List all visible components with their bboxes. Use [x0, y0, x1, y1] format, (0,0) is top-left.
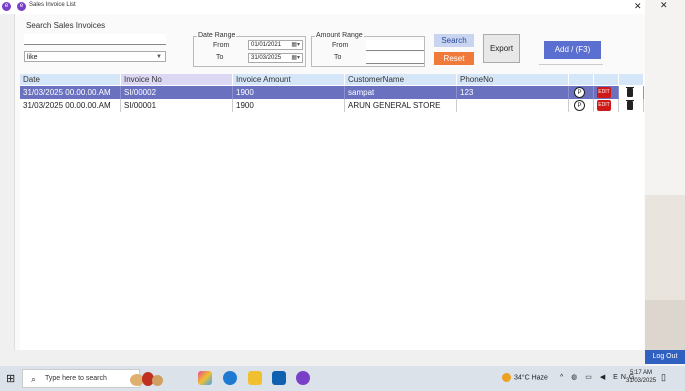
- print-icon[interactable]: P: [574, 87, 585, 98]
- cell-invoice-no: SI/00001: [121, 99, 233, 112]
- taskbar-search-placeholder: Type here to search: [45, 375, 107, 382]
- background-photo: [645, 195, 685, 300]
- table-row[interactable]: 31/03/2025 00.00.00.AM SI/00002 1900 sam…: [20, 86, 644, 99]
- cell-phone-no: [457, 99, 569, 112]
- column-header-invoice-amount[interactable]: Invoice Amount: [233, 74, 345, 85]
- cell-edit: EDIT: [594, 86, 619, 99]
- column-header-phone-no[interactable]: PhoneNo: [457, 74, 569, 85]
- search-highlight-image[interactable]: [130, 368, 164, 388]
- cell-invoice-no: SI/00002: [121, 86, 233, 99]
- cell-invoice-amount: 1900: [233, 99, 345, 112]
- window-icon: e: [17, 2, 26, 11]
- delete-icon[interactable]: [626, 87, 634, 97]
- chevron-down-icon: ▼: [156, 54, 162, 60]
- sun-icon: [502, 373, 511, 382]
- cell-delete: [619, 99, 644, 112]
- taskbar: ⊞ ⌕ Type here to search 34°C Haze ^ ◍ ▭ …: [0, 366, 685, 391]
- cell-date: 31/03/2025 00.00.00.AM: [20, 99, 121, 112]
- sales-app-taskbar-icon[interactable]: [296, 371, 310, 385]
- cell-customer-name: sampat: [345, 86, 457, 99]
- add-invoice-button[interactable]: Add / (F3): [544, 41, 601, 59]
- cell-customer-name: ARUN GENERAL STORE: [345, 99, 457, 112]
- search-icon: ⌕: [31, 374, 37, 384]
- column-header-invoice-no[interactable]: Invoice No: [121, 74, 233, 85]
- search-highlight-shape: [152, 375, 163, 386]
- column-header-date[interactable]: Date: [20, 74, 121, 85]
- app-icon: e: [2, 2, 11, 11]
- cell-delete: [619, 86, 644, 99]
- outlook-icon[interactable]: [272, 371, 286, 385]
- date-to-label: To: [216, 54, 224, 61]
- close-icon[interactable]: ✕: [634, 1, 642, 12]
- table-row[interactable]: 31/03/2025 00.00.00.AM SI/00001 1900 ARU…: [20, 99, 644, 112]
- clock-time: 5:17 AM: [630, 370, 653, 376]
- weather-widget[interactable]: 34°C Haze: [502, 373, 548, 382]
- clock-date: 31/03/2025: [626, 378, 657, 384]
- sales-invoice-window: e e Sales Invoice List ✕ Search Sales In…: [0, 0, 645, 366]
- file-explorer-icon[interactable]: [248, 371, 262, 385]
- search-label: Search Sales Invoices: [26, 21, 106, 30]
- date-from-picker[interactable]: 01/01/2021 ▦▾: [248, 40, 303, 50]
- edit-icon[interactable]: EDIT: [597, 87, 611, 98]
- cell-invoice-amount: 1900: [233, 86, 345, 99]
- date-to-value: 31/03/2025: [251, 55, 282, 61]
- search-mode-value: like: [27, 54, 38, 61]
- date-to-picker[interactable]: 31/03/2025 ▦▾: [248, 53, 303, 63]
- cell-phone-no: 123: [457, 86, 569, 99]
- column-header-customer-name[interactable]: CustomerName: [345, 74, 457, 85]
- amount-to-label: To: [334, 54, 342, 61]
- calendar-icon[interactable]: ▦▾: [291, 41, 300, 50]
- amount-to-input[interactable]: [366, 53, 424, 64]
- column-header-delete: [619, 74, 644, 85]
- taskbar-clock[interactable]: 5:17 AM 31/03/2025: [626, 369, 656, 385]
- amount-from-label: From: [332, 42, 349, 49]
- date-range-legend: Date Range: [197, 32, 237, 39]
- background-photo-lower: [645, 300, 685, 350]
- amount-from-input[interactable]: [366, 40, 424, 51]
- divider: [539, 64, 603, 65]
- date-from-value: 01/01/2021: [251, 42, 282, 48]
- cell-print: P: [569, 99, 594, 112]
- delete-icon[interactable]: [626, 100, 634, 110]
- search-mode-select[interactable]: like ▼: [24, 51, 166, 62]
- invoice-table: Date Invoice No Invoice Amount CustomerN…: [20, 74, 644, 350]
- taskbar-search-box[interactable]: ⌕ Type here to search: [22, 369, 140, 388]
- search-button[interactable]: Search: [434, 34, 474, 47]
- table-header: Date Invoice No Invoice Amount CustomerN…: [20, 74, 644, 85]
- print-icon[interactable]: P: [574, 100, 585, 111]
- calendar-icon[interactable]: ▦▾: [291, 54, 300, 63]
- export-button[interactable]: Export: [483, 34, 520, 63]
- cell-date: 31/03/2025 00.00.00.AM: [20, 86, 121, 99]
- photos-app-icon[interactable]: [198, 371, 212, 385]
- title-bar: e e Sales Invoice List ✕: [0, 0, 645, 14]
- notification-icon[interactable]: ▯: [661, 372, 666, 383]
- column-header-edit: [594, 74, 619, 85]
- windows-start-icon[interactable]: ⊞: [6, 372, 15, 385]
- window-title: Sales Invoice List: [29, 2, 76, 8]
- reset-button[interactable]: Reset: [434, 52, 474, 65]
- edit-icon[interactable]: EDIT: [597, 100, 611, 111]
- amount-range-legend: Amount Range: [315, 32, 364, 39]
- weather-text: 34°C Haze: [514, 374, 548, 382]
- cell-print: P: [569, 86, 594, 99]
- edge-browser-icon[interactable]: [223, 371, 237, 385]
- desktop-background: [645, 0, 685, 366]
- date-from-label: From: [213, 42, 230, 49]
- search-input[interactable]: [24, 34, 166, 45]
- background-close-icon[interactable]: ✕: [660, 0, 668, 11]
- logout-button[interactable]: Log Out: [645, 350, 685, 364]
- column-header-print: [569, 74, 594, 85]
- cell-edit: EDIT: [594, 99, 619, 112]
